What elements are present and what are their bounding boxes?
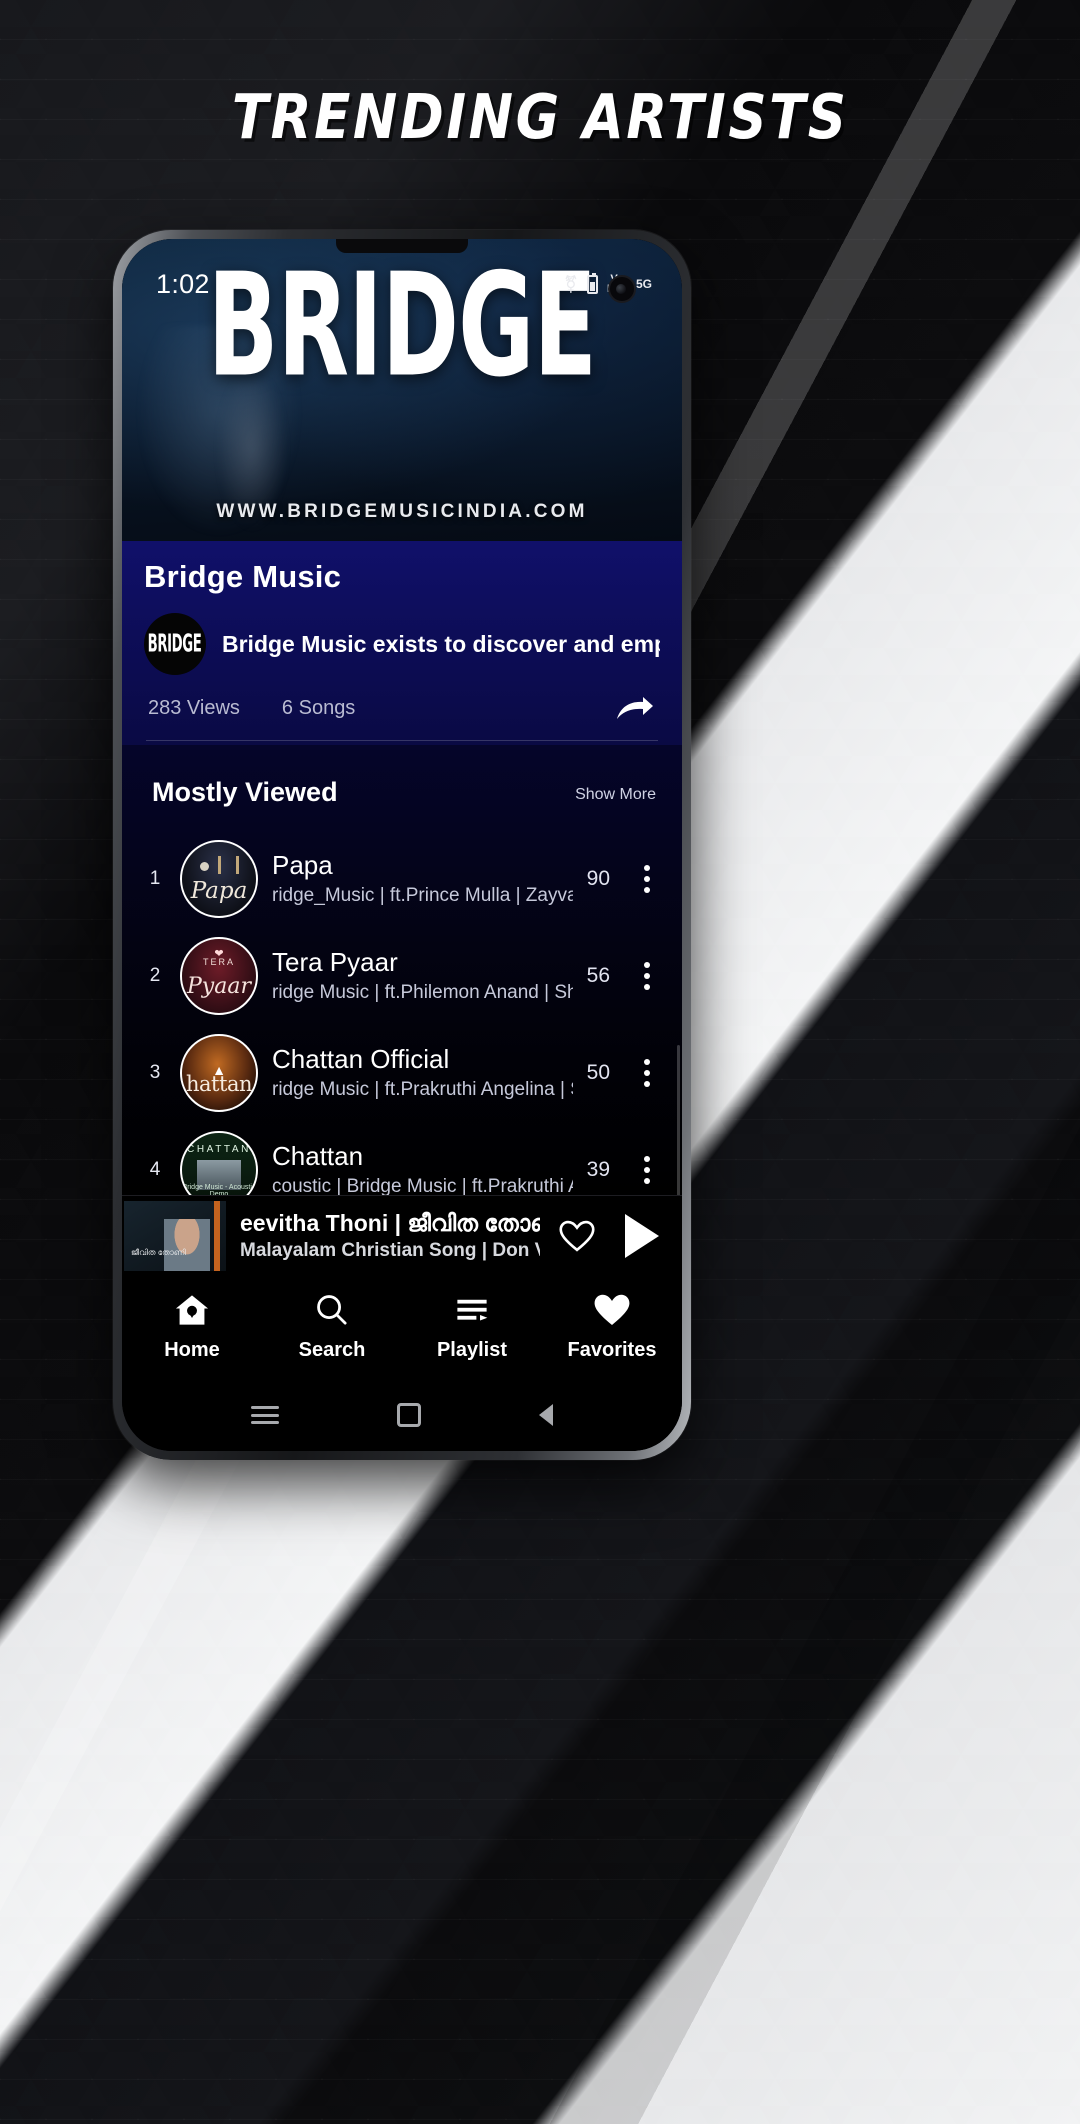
tab-favorites[interactable]: Favorites [542, 1292, 682, 1362]
song-artwork: Papa [180, 839, 258, 918]
tab-playlist[interactable]: Playlist [402, 1292, 542, 1362]
song-list-item[interactable]: 1 Papa Papa ridge_Music | ft.Prince Mull… [122, 830, 682, 927]
now-playing-meta: eevitha Thoni | ജീവിത തോണി Malayalam Chr… [240, 1210, 540, 1262]
phone-notch [336, 239, 468, 253]
song-artwork: ❤ TERA Pyaar [180, 936, 258, 1015]
menu-icon[interactable] [251, 1406, 279, 1424]
tab-search-label: Search [298, 1339, 366, 1361]
section-title: Mostly Viewed [152, 777, 338, 807]
battery-icon [587, 272, 599, 294]
song-overflow-menu-icon[interactable] [630, 1058, 660, 1087]
bottom-tab-bar: Home Search Playlist Favorites [122, 1275, 682, 1379]
phone-mockup: 1:02 ⚧ Vo LTE 5G BRIDGE [113, 230, 691, 1460]
song-overflow-menu-icon[interactable] [630, 864, 660, 893]
song-artwork: ▲ hattan [180, 1033, 258, 1112]
artist-info-card: Bridge Music BRIDGE Bridge Music exists … [122, 541, 682, 745]
poster-headline: TRENDING ARTISTS [0, 83, 1080, 154]
song-artwork-label: Papa [190, 877, 248, 904]
song-subtitle: coustic | Bridge Music | ft.Prakruthi An [272, 1176, 573, 1195]
song-title: Chattan Official [272, 1044, 450, 1074]
song-rank: 1 [149, 867, 161, 889]
song-artwork-label: Pyaar [187, 973, 251, 999]
playlist-icon [453, 1292, 491, 1328]
song-artwork-caption: Bridge Music - Acoustic Demo [182, 1183, 256, 1196]
artist-description: Bridge Music exists to discover and empo… [222, 630, 660, 657]
now-playing-title: eevitha Thoni | ജീവിത തോണി [240, 1209, 540, 1236]
song-overflow-menu-icon[interactable] [630, 1155, 660, 1184]
artist-avatar: BRIDGE [144, 613, 206, 675]
song-meta: Chattan coustic | Bridge Music | ft.Prak… [272, 1141, 573, 1195]
artist-description-row: BRIDGE Bridge Music exists to discover a… [144, 613, 660, 675]
now-playing-subtitle: Malayalam Christian Song | Don Vali... [240, 1239, 540, 1261]
tab-home[interactable]: Home [122, 1292, 262, 1362]
tab-search[interactable]: Search [262, 1292, 402, 1362]
song-rank: 2 [149, 964, 161, 986]
song-rank: 3 [149, 1061, 161, 1083]
artist-songs-count: 6 Songs [281, 697, 356, 719]
song-view-count: 90 [586, 866, 610, 890]
song-title: Chattan [272, 1141, 364, 1171]
poster-headline-text: TRENDING ARTISTS [231, 82, 849, 154]
song-artwork-label: CHATTAN [187, 1143, 251, 1155]
song-overflow-menu-icon[interactable] [630, 961, 660, 990]
status-bar-clock: 1:02 [156, 268, 210, 299]
play-icon[interactable] [614, 1213, 670, 1258]
home-pin-icon [173, 1292, 211, 1328]
song-list-item[interactable]: 4 CHATTAN Bridge Music - Acoustic Demo C… [122, 1121, 682, 1195]
android-navigation-bar [122, 1379, 682, 1451]
song-list-section: Mostly Viewed Show More 1 Papa Papa ridg… [122, 745, 682, 1195]
song-view-count: 50 [586, 1060, 610, 1084]
square-home-icon[interactable] [397, 1403, 421, 1427]
tab-home-label: Home [164, 1339, 220, 1361]
bridge-website-url: WWW.BRIDGEMUSICINDIA.COM [216, 501, 588, 522]
heart-filled-icon [593, 1292, 631, 1328]
scrollbar[interactable] [677, 1045, 680, 1195]
song-rank: 4 [149, 1158, 161, 1180]
tab-favorites-label: Favorites [567, 1339, 657, 1361]
phone-screen-bezel: 1:02 ⚧ Vo LTE 5G BRIDGE [122, 239, 682, 1451]
network-5g-icon: 5G [635, 277, 652, 291]
song-list-item[interactable]: 2 ❤ TERA Pyaar Tera Pyaar ridge Music | … [122, 927, 682, 1024]
bluetooth-icon: ⚧ [563, 274, 579, 294]
song-title: Tera Pyaar [272, 947, 398, 977]
song-meta: Papa ridge_Music | ft.Prince Mulla | Zay… [272, 850, 573, 907]
song-subtitle: ridge Music | ft.Philemon Anand | She [272, 982, 573, 1003]
status-bar: 1:02 ⚧ Vo LTE 5G [122, 261, 682, 307]
song-view-count: 56 [586, 963, 610, 987]
song-meta: Tera Pyaar ridge Music | ft.Philemon Ana… [272, 947, 573, 1004]
now-playing-bar[interactable]: ജീവിത തോണി eevitha Thoni | ജീവിത തോണി Ma… [122, 1195, 682, 1275]
song-artwork: CHATTAN Bridge Music - Acoustic Demo [180, 1130, 258, 1196]
song-title: Papa [272, 850, 333, 880]
artist-name: Bridge Music [144, 559, 342, 594]
artist-views-count: 283 Views [148, 697, 240, 719]
tab-playlist-label: Playlist [436, 1339, 508, 1361]
song-artwork-tag: TERA [202, 956, 235, 967]
heart-outline-icon[interactable] [554, 1219, 600, 1253]
song-artwork-label: hattan [186, 1071, 252, 1096]
show-more-button[interactable]: Show More [575, 786, 656, 808]
artist-stats-row: 283 Views 6 Songs [144, 675, 660, 740]
now-playing-artwork: ജീവിത തോണി [124, 1200, 226, 1271]
song-subtitle: ridge Music | ft.Prakruthi Angelina | So [272, 1079, 573, 1100]
song-view-count: 39 [586, 1157, 610, 1181]
app-screen: 1:02 ⚧ Vo LTE 5G BRIDGE [122, 239, 682, 1451]
song-subtitle: ridge_Music | ft.Prince Mulla | Zayvan [272, 885, 573, 906]
artist-card-divider [146, 740, 658, 741]
artist-avatar-text: BRIDGE [148, 629, 202, 659]
front-camera-punchhole [608, 275, 636, 303]
now-playing-artwork-caption: ജീവിത തോണി [131, 1247, 186, 1257]
share-icon[interactable] [614, 689, 656, 731]
song-meta: Chattan Official ridge Music | ft.Prakru… [272, 1044, 573, 1101]
song-list-item[interactable]: 3 ▲ hattan Chattan Official ridge Music … [122, 1024, 682, 1121]
back-triangle-icon[interactable] [539, 1404, 553, 1426]
section-header: Mostly Viewed Show More [122, 745, 682, 830]
search-icon [313, 1292, 351, 1328]
